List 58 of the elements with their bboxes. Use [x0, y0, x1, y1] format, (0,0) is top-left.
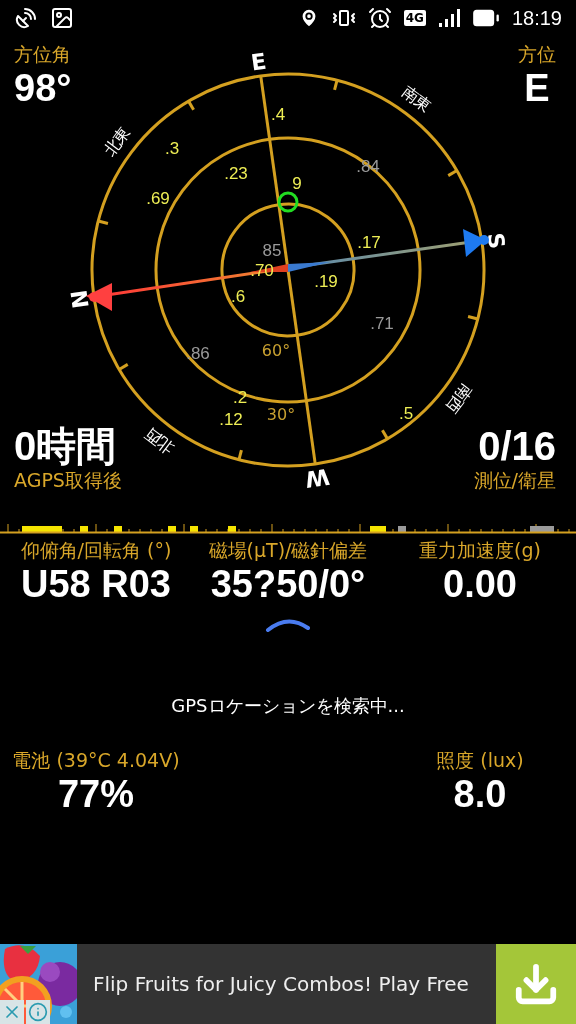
- fix-time-label: AGPS取得後: [14, 468, 122, 493]
- direction-label: 北東: [99, 122, 135, 160]
- satellite-label: .19: [314, 272, 338, 291]
- satellite-count-label: 測位/衛星: [473, 468, 556, 493]
- direction-label: W: [303, 463, 331, 492]
- signal-icon: [437, 8, 460, 28]
- info-button[interactable]: [26, 1000, 50, 1024]
- satellite-label: .23: [224, 164, 248, 183]
- satellite-label: .4: [270, 105, 286, 124]
- status-message: GPSロケーションを検索中...: [170, 693, 406, 718]
- azimuth-label: 方位角: [14, 42, 72, 67]
- sensor-value: U58 R03: [21, 564, 171, 606]
- direction-label: 北西: [140, 423, 178, 459]
- sensor-label: 仰俯角/回転角 (°): [20, 538, 172, 563]
- sensor-value: 35?50/0°: [210, 564, 366, 606]
- satellite-label: .71: [370, 314, 394, 333]
- heading-value: E: [524, 68, 550, 110]
- satellite-dish-icon: [14, 6, 38, 30]
- satellite-label: .6: [230, 287, 246, 306]
- direction-label: 南西: [441, 380, 477, 418]
- ad-text: Flip Fruits for Juicy Combos! Play Free: [92, 971, 470, 998]
- battery-label: 電池 (39°C 4.04V): [12, 747, 180, 773]
- battery-value: 77%: [57, 773, 135, 816]
- download-button[interactable]: [496, 944, 576, 1024]
- satellite-label: .17: [357, 233, 381, 252]
- info-icon: [28, 1002, 48, 1022]
- satellite-label: .2: [232, 388, 248, 407]
- ad-banner[interactable]: Flip Fruits for Juicy Combos! Play Free: [0, 944, 576, 1024]
- azimuth-value: 98°: [14, 68, 72, 110]
- close-button[interactable]: [0, 1000, 24, 1024]
- sensor-value: 0.00: [443, 564, 517, 606]
- sensor-label: 磁場(μT)/磁針偏差: [208, 538, 368, 563]
- direction-label: 南東: [398, 81, 436, 117]
- satellite-label: .3: [164, 139, 180, 158]
- satellite-label: .12: [219, 410, 243, 429]
- satellite-label: .69: [146, 189, 170, 208]
- elevation-label: 60°: [261, 341, 291, 360]
- illuminance-value: 8.0: [453, 773, 507, 816]
- direction-label: S: [482, 231, 510, 251]
- network-type: 4G: [403, 10, 426, 26]
- satellite-label: 85: [262, 241, 282, 260]
- satellite-count-value: 0/16: [478, 424, 556, 468]
- fix-time-value: 0時間: [14, 424, 117, 468]
- sensor-label: 重力加速度(g): [419, 538, 541, 563]
- loading-spinner: [265, 617, 311, 632]
- heading-label: 方位: [518, 42, 556, 67]
- alarm-icon: [367, 6, 392, 30]
- direction-label: N: [66, 288, 94, 311]
- target-ring-icon: [277, 191, 299, 213]
- download-icon: [513, 961, 559, 1007]
- elevation-label: 30°: [266, 405, 296, 424]
- satellite-label: .86: [186, 344, 210, 363]
- satellite-label: .5: [398, 404, 414, 423]
- illuminance-label: 照度 (lux): [436, 747, 524, 773]
- image-icon: [50, 6, 74, 30]
- satellite-label: 9: [292, 174, 302, 193]
- direction-label: E: [249, 48, 268, 76]
- clock-time: 18:19: [511, 6, 562, 30]
